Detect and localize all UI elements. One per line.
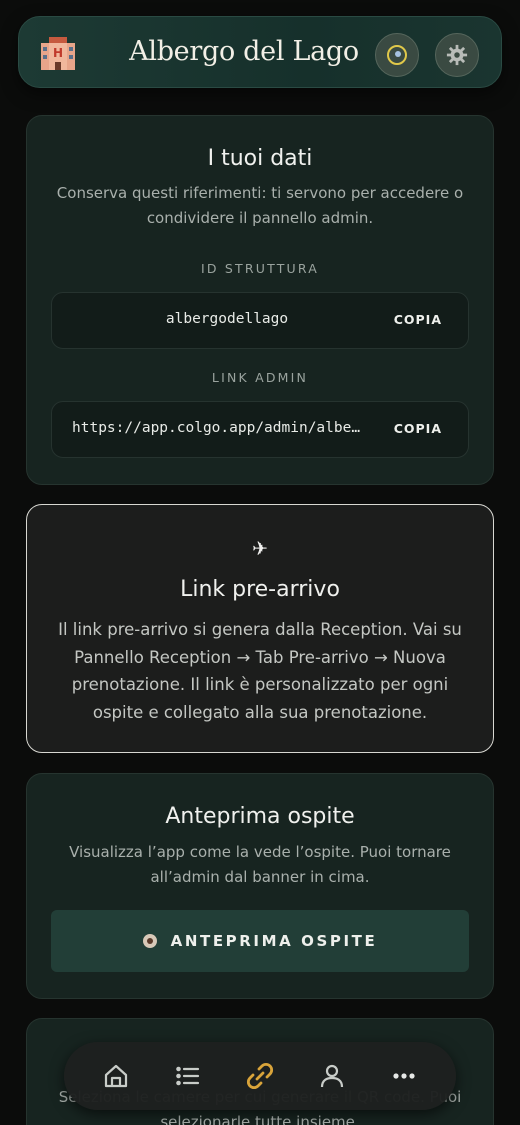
app-header: H Albergo del Lago xyxy=(18,16,502,88)
settings-button[interactable] xyxy=(435,33,479,77)
app-title: Albergo del Lago xyxy=(129,36,359,67)
structure-id-field: albergodellago COPIA xyxy=(51,292,469,349)
hotel-icon: H xyxy=(41,37,75,70)
list-icon xyxy=(176,1066,200,1086)
admin-link-value: https://app.colgo.app/admin/albergodella… xyxy=(72,420,362,436)
prearrival-card: ✈ Link pre-arrivo Il link pre-arrivo si … xyxy=(26,504,494,753)
user-icon xyxy=(320,1064,344,1088)
data-card-title: I tuoi dati xyxy=(207,146,313,171)
airplane-icon: ✈ xyxy=(252,538,268,560)
guest-preview-card: Anteprima ospite Visualizza l’app come l… xyxy=(26,773,494,999)
prearrival-card-description: Il link pre-arrivo si genera dalla Recep… xyxy=(58,620,462,722)
copy-id-button[interactable]: COPIA xyxy=(394,312,442,327)
eye-icon xyxy=(142,934,157,948)
nav-user[interactable] xyxy=(314,1058,350,1094)
nav-more[interactable] xyxy=(386,1058,422,1094)
structure-id-value: albergodellago xyxy=(165,311,289,327)
nav-list[interactable] xyxy=(170,1058,206,1094)
data-card-description: Conserva questi riferimenti: ti servono … xyxy=(56,184,464,227)
gear-icon xyxy=(446,44,468,66)
prearrival-card-title: Link pre-arrivo xyxy=(180,577,340,602)
guest-preview-button[interactable]: ANTEPRIMA OSPITE xyxy=(51,910,469,972)
nav-home[interactable] xyxy=(98,1058,134,1094)
guest-preview-button-label: ANTEPRIMA OSPITE xyxy=(170,932,378,950)
guest-preview-description: Visualizza l’app come la vede l’ospite. … xyxy=(69,843,451,886)
link-icon xyxy=(246,1062,274,1090)
more-icon xyxy=(393,1073,415,1079)
theme-toggle-button[interactable] xyxy=(375,33,419,77)
admin-link-field: https://app.colgo.app/admin/albergodella… xyxy=(51,401,469,458)
admin-link-label: LINK ADMIN xyxy=(211,370,309,385)
guest-preview-title: Anteprima ospite xyxy=(165,804,355,829)
theme-toggle-icon xyxy=(387,45,407,65)
copy-link-button[interactable]: COPIA xyxy=(394,421,442,436)
data-card: I tuoi dati Conserva questi riferimenti:… xyxy=(26,115,494,485)
svg-text:H: H xyxy=(53,46,63,60)
home-icon xyxy=(104,1064,128,1088)
nav-link[interactable] xyxy=(242,1058,278,1094)
structure-id-label: ID STRUTTURA xyxy=(200,261,320,276)
bottom-nav xyxy=(64,1042,456,1110)
